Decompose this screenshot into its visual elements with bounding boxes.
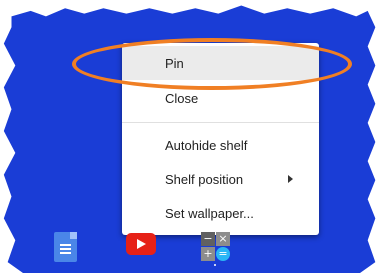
menu-item-label: Shelf position [165, 171, 244, 187]
menu-separator [122, 122, 319, 123]
menu-item-label: Set wallpaper... [165, 205, 254, 221]
menu-item-label: Autohide shelf [165, 137, 248, 153]
running-indicator [214, 264, 216, 266]
youtube-icon[interactable] [126, 233, 156, 255]
menu-item-label: Close [165, 90, 199, 106]
play-icon [137, 239, 146, 249]
google-docs-icon[interactable] [54, 232, 77, 262]
menu-item-set-wallpaper[interactable]: Set wallpaper... [122, 196, 319, 230]
highlight-oval [72, 38, 352, 90]
menu-item-shelf-position[interactable]: Shelf position [122, 162, 319, 196]
calculator-icon[interactable]: − × + = [201, 232, 231, 262]
menu-item-autohide-shelf[interactable]: Autohide shelf [122, 128, 319, 162]
screenshot: Pin Close Autohide shelf Shelf position … [0, 0, 383, 273]
submenu-arrow-icon [288, 175, 293, 183]
